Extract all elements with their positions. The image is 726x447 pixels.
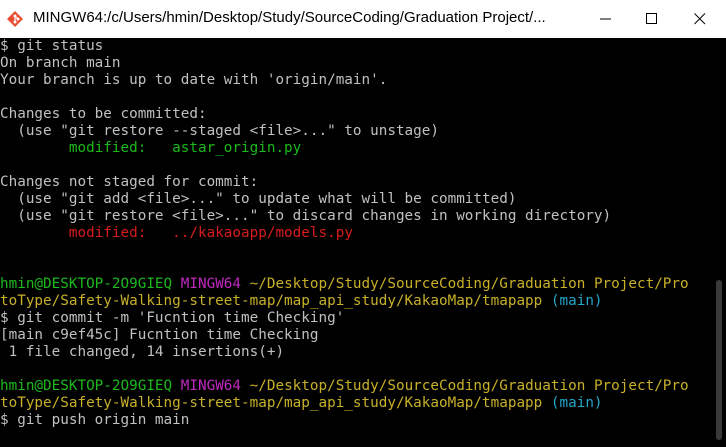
terminal-text: hmin@DESKTOP-2O9GIEQ: [0, 276, 181, 292]
terminal-text: Changes not staged for commit:: [0, 174, 259, 190]
terminal-line: $ git push origin main: [0, 412, 712, 429]
terminal-text: (use "git restore --staged <file>..." to…: [0, 123, 439, 139]
terminal-text: ~/Desktop/Study/SourceCoding/Graduation …: [249, 276, 689, 292]
terminal-text: On branch main: [0, 55, 121, 71]
maximize-button[interactable]: [628, 0, 676, 38]
terminal-line: (use "git restore <file>..." to discard …: [0, 208, 712, 225]
maximize-icon: [646, 13, 657, 24]
terminal-text: (main): [542, 293, 603, 309]
terminal-text: $ git status: [0, 38, 104, 54]
terminal-line: (use "git add <file>..." to update what …: [0, 191, 712, 208]
terminal-text: 1 file changed, 14 insertions(+): [0, 344, 285, 360]
terminal-line: Changes to be committed:: [0, 106, 712, 123]
terminal-line: modified: ../kakaoapp/models.py: [0, 225, 712, 242]
terminal-line: On branch main: [0, 55, 712, 72]
terminal-text: Changes to be committed:: [0, 106, 207, 122]
terminal-line: $ git commit -m 'Fucntion time Checking': [0, 310, 712, 327]
terminal-text: toType/Safety-Walking-street-map/map_api…: [0, 395, 543, 411]
terminal-text: Your branch is up to date with 'origin/m…: [0, 72, 388, 88]
terminal-text: toType/Safety-Walking-street-map/map_api…: [0, 293, 543, 309]
terminal-text: $ git push origin main: [0, 412, 190, 428]
terminal-text: modified: astar_origin.py: [68, 140, 302, 156]
close-icon: [694, 13, 706, 25]
close-button[interactable]: [676, 0, 724, 38]
terminal-line: Changes not staged for commit:: [0, 174, 712, 191]
terminal-text: [main c9ef45c] Fucntion time Checking: [0, 327, 319, 343]
terminal-line: modified: astar_origin.py: [0, 140, 712, 157]
minimize-button[interactable]: [582, 0, 630, 38]
terminal-text: hmin@DESKTOP-2O9GIEQ: [0, 378, 181, 394]
minimize-icon: [600, 18, 611, 20]
terminal-line: Your branch is up to date with 'origin/m…: [0, 72, 712, 89]
terminal-text: MINGW64: [180, 378, 250, 394]
terminal-line: toType/Safety-Walking-street-map/map_api…: [0, 293, 712, 310]
terminal-text: $ git commit -m 'Fucntion time Checking': [0, 310, 345, 326]
title-bar[interactable]: MINGW64:/c/Users/hmin/Desktop/Study/Sour…: [0, 0, 726, 38]
terminal-output[interactable]: $ git status On branch main Your branch is…: [0, 38, 712, 447]
terminal-line: [main c9ef45c] Fucntion time Checking: [0, 327, 712, 344]
terminal-line: hmin@DESKTOP-2O9GIEQ MINGW64 ~/Desktop/S…: [0, 276, 712, 293]
terminal-window: MINGW64:/c/Users/hmin/Desktop/Study/Sour…: [0, 0, 726, 447]
scrollbar-thumb[interactable]: [716, 280, 722, 440]
terminal-text: modified: ../kakaoapp/models.py: [68, 225, 353, 241]
terminal-line: hmin@DESKTOP-2O9GIEQ MINGW64 ~/Desktop/S…: [0, 378, 712, 395]
terminal-line: (use "git restore --staged <file>..." to…: [0, 123, 712, 140]
terminal-line: $ git status: [0, 38, 712, 55]
terminal-text: ~/Desktop/Study/SourceCoding/Graduation …: [249, 378, 689, 394]
terminal-text: (use "git restore <file>..." to discard …: [0, 208, 612, 224]
terminal-line: toType/Safety-Walking-street-map/map_api…: [0, 395, 712, 412]
git-bash-icon: [6, 10, 24, 28]
window-title: MINGW64:/c/Users/hmin/Desktop/Study/Sour…: [33, 9, 546, 26]
terminal-text: MINGW64: [180, 276, 250, 292]
terminal-line: 1 file changed, 14 insertions(+): [0, 344, 712, 361]
terminal-text: (main): [542, 395, 603, 411]
terminal-text: (use "git add <file>..." to update what …: [0, 191, 517, 207]
